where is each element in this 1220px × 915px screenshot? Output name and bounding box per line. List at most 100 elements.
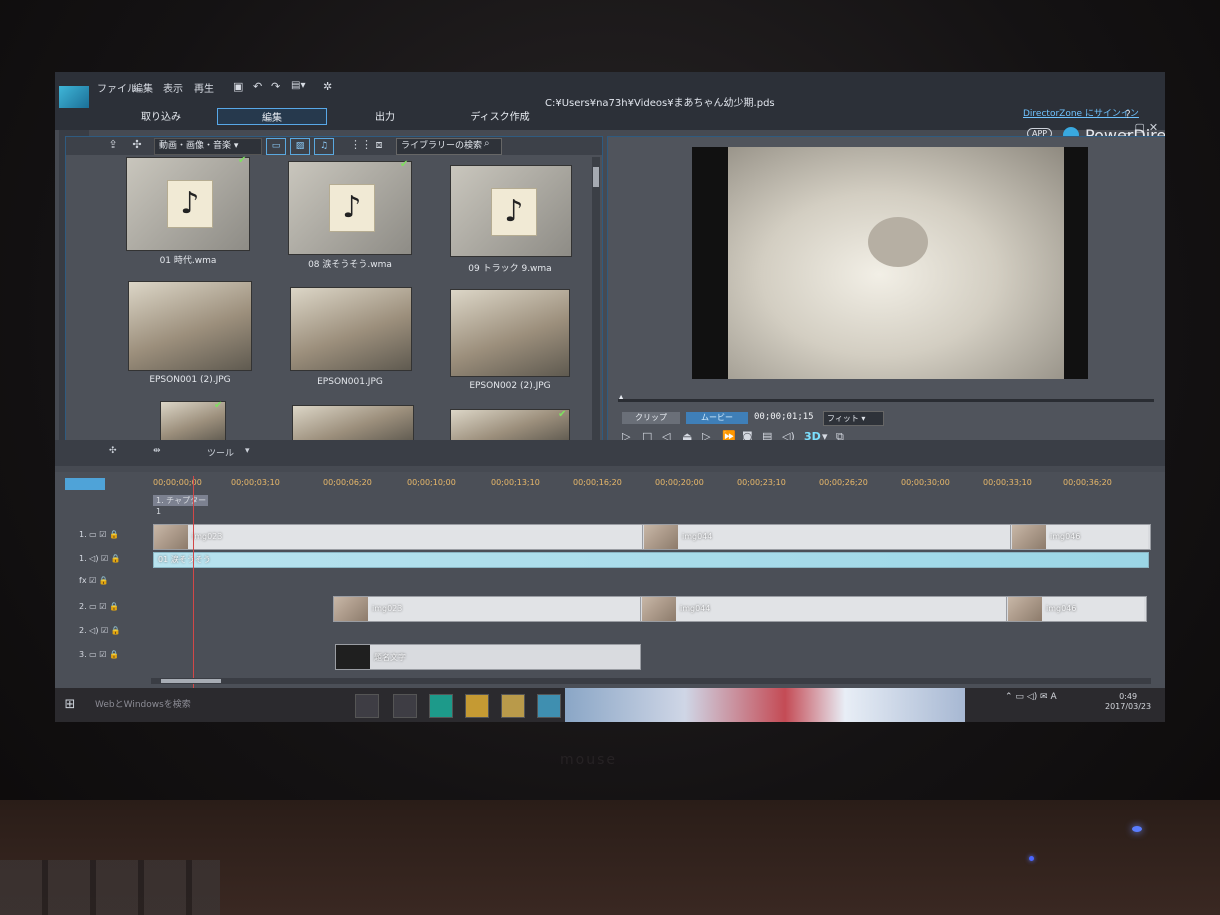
timecode[interactable]: 00;00;01;15 (754, 412, 814, 424)
library-item-name: 08 涙そうそう.wma (308, 260, 392, 270)
menu-edit[interactable]: 編集 (133, 80, 153, 95)
tab-capture[interactable]: 取り込み (131, 108, 191, 123)
zoom-fit-value: フィット (827, 414, 859, 423)
time-ruler[interactable]: 00;00;00;00 00;00;03;10 00;00;06;20 00;0… (153, 478, 1153, 492)
ruler-tick: 00;00;23;10 (737, 478, 786, 487)
chapter-marker[interactable]: 1. チャプター 1 (153, 495, 208, 516)
track-number: fx (79, 576, 87, 585)
storyboard-toggle[interactable] (65, 478, 105, 490)
tab-disc[interactable]: ディスク作成 (465, 108, 535, 123)
tab-produce[interactable]: 出力 (355, 108, 415, 123)
timeline-clip[interactable]: img023 (154, 525, 643, 549)
ruler-tick: 00;00;20;00 (655, 478, 704, 487)
powerdirector-taskbar-icon[interactable] (537, 694, 561, 718)
mode-icon[interactable]: ▤▾ (291, 80, 305, 91)
ruler-tick: 00;00;06;20 (323, 478, 372, 487)
clip-thumbnail (1008, 597, 1042, 621)
screen: ファイル 編集 表示 再生 ▣ ↶ ↷ ▤▾ ✲ C:¥Users¥na73h¥… (55, 72, 1165, 722)
library-scrollbar[interactable] (592, 157, 600, 441)
ruler-tick: 00;00;33;10 (983, 478, 1032, 487)
track-number: 1. (79, 530, 87, 539)
library-item[interactable] (450, 289, 570, 377)
title-bar: ファイル 編集 表示 再生 ▣ ↶ ↷ ▤▾ ✲ C:¥Users¥na73h¥… (55, 72, 1165, 134)
timeline: 00;00;00;00 00;00;03;10 00;00;06;20 00;0… (55, 472, 1165, 722)
timeline-playhead[interactable] (193, 476, 194, 696)
timeline-scroll-thumb[interactable] (161, 679, 221, 683)
library-item[interactable]: ♪ (450, 165, 572, 257)
timeline-clip[interactable]: img023 (334, 597, 641, 621)
thumbnail-size-icon[interactable]: ⧈ (370, 138, 388, 152)
audio-track-1-clip[interactable]: 01 涙そうそう (153, 552, 1149, 568)
used-check-icon: ✔ (214, 400, 223, 411)
library-item-name: EPSON001 (2).JPG (149, 375, 231, 385)
clip-name: img046 (1050, 532, 1081, 541)
import-icon[interactable]: ⇪ (104, 138, 122, 151)
library-item[interactable] (450, 409, 570, 443)
timeline-scrollbar[interactable] (151, 678, 1151, 684)
file-explorer-icon[interactable] (501, 694, 525, 718)
video-filter-icon[interactable]: ▭ (266, 138, 286, 155)
plugin-icon[interactable]: ✣ (128, 138, 146, 151)
preview-scrubber[interactable] (618, 399, 1154, 402)
tab-edit[interactable]: 編集 (217, 108, 327, 125)
timeline-clip[interactable]: img044 (644, 525, 1011, 549)
fit-to-timeline-icon[interactable]: ⇹ (153, 446, 161, 456)
directorzone-signin-link[interactable]: DirectorZone にサインイン (1023, 106, 1139, 119)
menu-view[interactable]: 表示 (163, 80, 183, 95)
clip-mode-button[interactable]: クリップ (622, 412, 680, 424)
windows-taskbar: ⊞ WebとWindowsを検索 ⌃ ▭ ◁) ✉ A 0:49 2017/03… (55, 688, 1165, 722)
used-check-icon: ✔ (400, 159, 409, 170)
search-icon[interactable]: ⌕ (484, 138, 490, 149)
power-led (1132, 826, 1142, 832)
clip-name: img044 (682, 532, 713, 541)
video-track-2[interactable]: img023 img044 img046 (333, 596, 1147, 622)
timeline-clip[interactable]: img044 (642, 597, 1007, 621)
menu-file[interactable]: ファイル (97, 80, 137, 95)
music-filter-icon[interactable]: ♫ (314, 138, 334, 155)
system-tray[interactable]: ⌃ ▭ ◁) ✉ A (1005, 692, 1057, 702)
library-scroll-thumb[interactable] (593, 167, 599, 187)
keyboard (0, 860, 220, 915)
video-preview[interactable] (692, 147, 1088, 379)
movie-mode-button[interactable]: ムービー (686, 412, 748, 424)
scene-icon[interactable]: ✣ (109, 446, 117, 456)
zoom-fit-dropdown[interactable]: フィット ▾ (823, 411, 884, 426)
library-item[interactable] (128, 281, 252, 371)
task-view-icon[interactable] (355, 694, 379, 718)
menu-play[interactable]: 再生 (194, 80, 214, 95)
clock-date: 2017/03/23 (1105, 702, 1152, 711)
image-filter-icon[interactable]: ▨ (290, 138, 310, 155)
store-icon[interactable] (465, 694, 489, 718)
library-item[interactable]: ♪ (288, 161, 412, 255)
title-track-3[interactable]: 題名文字 (335, 644, 641, 670)
library-item[interactable]: ♪ (126, 157, 250, 251)
media-library: ⇪ ✣ 動画・画像・音楽 ▾ ▭ ▨ ♫ ⋮⋮ ⧈ ライブラリーの検索 ⌕ ♪ … (65, 136, 603, 444)
music-note-icon: ♪ (167, 180, 213, 228)
undo-icon[interactable]: ↶ (253, 80, 262, 93)
tools-menu[interactable]: ツール (207, 446, 234, 459)
taskbar-search[interactable]: WebとWindowsを検索 (67, 696, 355, 714)
clip-thumbnail (1012, 525, 1046, 549)
track-label-video2: 2. ▭ ☑ 🔒 (79, 602, 119, 611)
save-icon[interactable]: ▣ (233, 80, 243, 93)
clock-time: 0:49 (1119, 692, 1138, 701)
timeline-clip[interactable]: img046 (1008, 597, 1144, 621)
track-label-title3: 3. ▭ ☑ 🔒 (79, 650, 119, 659)
tools-dropdown-icon[interactable]: ▾ (245, 446, 250, 456)
settings-icon[interactable]: ✲ (323, 80, 332, 93)
grid-view-icon[interactable]: ⋮⋮ (350, 138, 372, 151)
media-filter-dropdown[interactable]: 動画・画像・音楽 ▾ (154, 138, 262, 155)
used-check-icon: ✔ (558, 409, 567, 420)
library-item-name: EPSON002 (2).JPG (469, 381, 551, 391)
edge-browser-icon[interactable] (429, 694, 453, 718)
taskbar-clock[interactable]: 0:49 2017/03/23 (1105, 692, 1151, 712)
taskbar-app-icon[interactable] (393, 694, 417, 718)
timeline-clip[interactable]: img046 (1012, 525, 1148, 549)
redo-icon[interactable]: ↷ (271, 80, 280, 93)
video-track-1[interactable]: img023 img044 img046 (153, 524, 1151, 550)
track-label-audio1: 1. ◁) ☑ 🔒 (79, 554, 121, 563)
track-label-fx: fx ☑ 🔒 (79, 576, 109, 585)
library-item[interactable] (290, 287, 412, 371)
library-item-name: EPSON001.JPG (317, 377, 383, 387)
library-item[interactable] (292, 405, 414, 443)
